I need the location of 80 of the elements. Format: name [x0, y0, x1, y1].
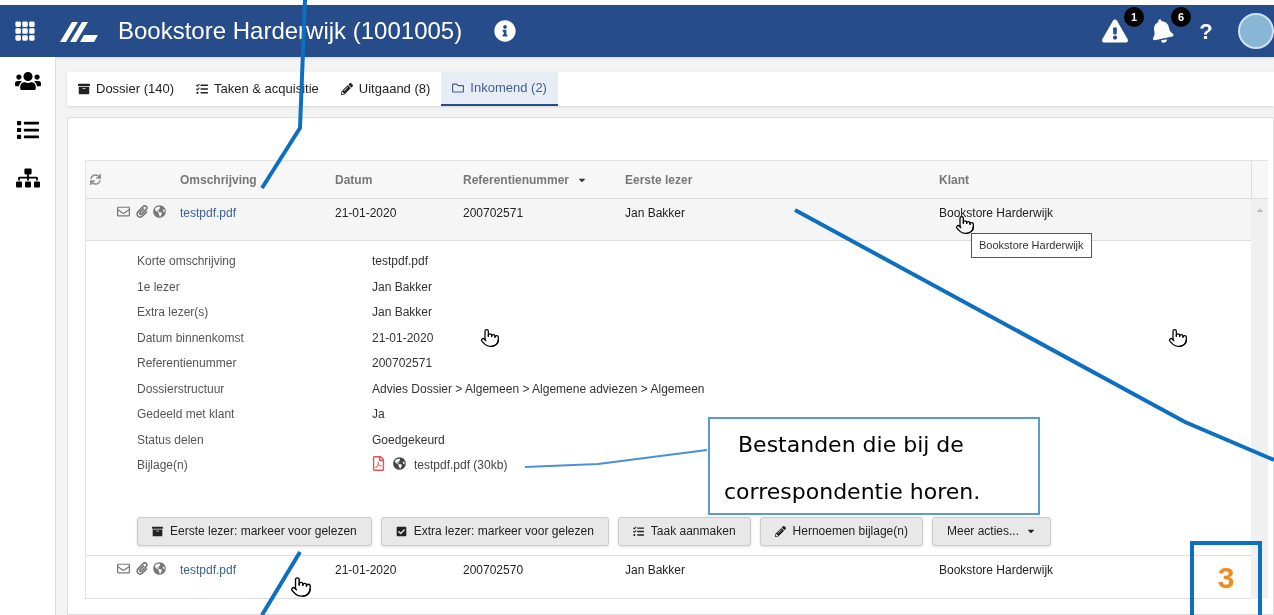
column-header[interactable]: Omschrijving [180, 170, 257, 189]
callout-text: Bestanden die bij de correspondentie horen. [724, 432, 981, 504]
list-icon [632, 525, 644, 537]
action-button[interactable]: Taak aanmaken [617, 516, 751, 546]
field-label: Bijlage(n) [136, 457, 189, 474]
attachment-link[interactable]: testpdf.pdf (30kb) [414, 456, 508, 474]
globe-icon [153, 561, 166, 575]
warning-icon[interactable] [1102, 19, 1128, 43]
tooltip: Bookstore Harderwijk [971, 233, 1092, 258]
field-value: Jan Bakker [372, 278, 433, 296]
table-cell-text: Jan Bakker [625, 205, 687, 222]
field-label: Referentienummer [136, 355, 238, 372]
tab[interactable]: Inkomend (2) [441, 72, 558, 106]
apps-grid-icon[interactable] [14, 20, 36, 42]
pdf-icon [372, 456, 385, 471]
step-number: 3 [1217, 560, 1235, 596]
hand-cursor-icon [290, 576, 312, 598]
hand-cursor-icon [1168, 328, 1188, 348]
scrollbar[interactable] [1251, 199, 1268, 599]
people-icon[interactable] [14, 69, 41, 93]
globe-icon [153, 205, 166, 218]
action-button[interactable]: Hernoemen bijlage(n) [759, 516, 923, 546]
action-button[interactable]: Eerste lezer: markeer voor gelezen [137, 516, 372, 546]
column-header[interactable]: Eerste lezer [625, 170, 693, 189]
column-header[interactable]: Klant [939, 170, 969, 189]
table-cell-text: 200702570 [463, 561, 525, 579]
list-icon [196, 83, 209, 95]
sitemap-icon[interactable] [15, 167, 40, 189]
field-label: 1e lezer [136, 278, 181, 296]
table-row[interactable]: testpdf.pdf 21-01-2020 200702571 Jan Bakker Bookstore Harderwijk [86, 199, 1251, 241]
field-label: Gedeeld met klant [136, 406, 236, 423]
hand-cursor-icon [955, 215, 975, 235]
table-cell-text: Bookstore Harderwijk [939, 561, 1054, 579]
paperclip-icon [136, 205, 148, 218]
field-value: testpdf.pdf [372, 253, 429, 270]
column-header[interactable]: Referentienummer [463, 170, 588, 189]
column-header[interactable]: Datum [335, 170, 373, 189]
pencil-icon [774, 525, 786, 537]
table-cell-text: 200702571 [463, 205, 525, 222]
field-label: Status delen [136, 431, 205, 449]
field-value: Ja [372, 406, 385, 423]
field-value: Advies Dossier > Algemeen > Algemene adviezen > Algemeen [372, 380, 705, 398]
window-title: Bookstore Harderwijk (1001005) [118, 16, 463, 46]
envelope-icon [116, 561, 131, 575]
table-cell-text: Jan Bakker [625, 561, 687, 579]
archive-icon [78, 83, 90, 95]
action-button[interactable]: Extra lezer: markeer voor gelezen [380, 516, 609, 546]
globe-icon [393, 457, 406, 470]
help-button[interactable]: ? [1196, 14, 1216, 48]
avatar[interactable] [1238, 13, 1274, 49]
hand-cursor-icon [480, 328, 500, 348]
field-label: Dossierstructuur [136, 380, 226, 398]
warning-count-badge: 1 [1124, 7, 1144, 27]
field-value: 200702571 [372, 355, 433, 372]
pencil-icon [340, 83, 353, 95]
file-link[interactable]: testpdf.pdf [180, 204, 335, 222]
field-label: Datum binnenkomst [136, 329, 245, 347]
logo-icon [60, 20, 98, 42]
info-icon[interactable] [494, 20, 517, 42]
tab[interactable]: Uitgaand (8) [329, 72, 442, 106]
field-value: 21-01-2020 [372, 329, 434, 347]
folder-icon [452, 82, 465, 94]
file-link[interactable]: testpdf.pdf [180, 560, 335, 579]
table-cell-text: 21-01-2020 [335, 205, 398, 222]
refresh-icon[interactable] [90, 174, 101, 185]
field-label: Extra lezer(s) [136, 304, 210, 321]
field-value: Jan Bakker [372, 304, 433, 321]
table-cell-text: Bookstore Harderwijk [939, 205, 1054, 222]
field-value: Goedgekeurd [372, 431, 445, 449]
checkbox-icon [395, 525, 407, 537]
envelope-icon [116, 205, 131, 218]
table-cell-text: 21-01-2020 [335, 561, 398, 579]
paperclip-icon [136, 561, 148, 575]
annotation-line [260, 550, 302, 615]
archive-icon [152, 525, 163, 537]
field-label: Korte omschrijving [136, 253, 237, 270]
notification-count-badge: 6 [1171, 7, 1191, 27]
tab[interactable]: Dossier (140) [67, 72, 186, 106]
list-icon[interactable] [16, 119, 39, 141]
action-button[interactable]: Meer acties... [931, 516, 1051, 546]
